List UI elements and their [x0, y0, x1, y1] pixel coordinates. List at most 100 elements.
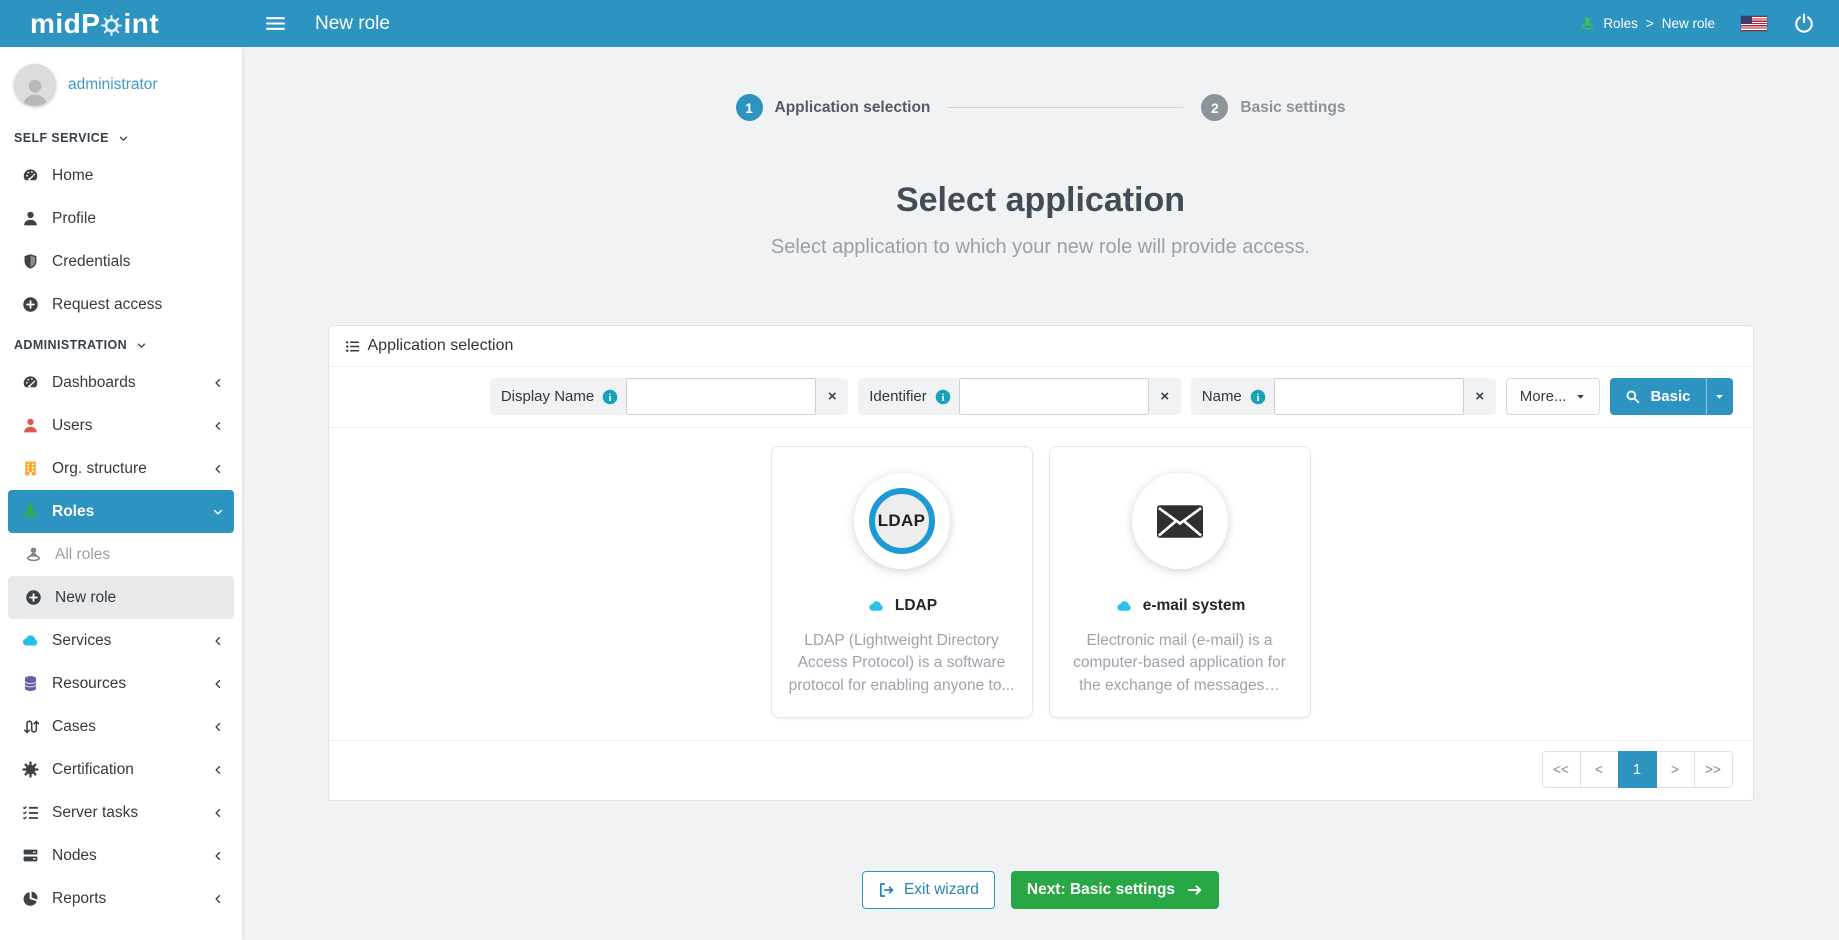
chevron-left-icon	[212, 377, 224, 389]
role-icon	[1580, 16, 1595, 31]
next-basic-settings-button[interactable]: Next: Basic settings	[1011, 871, 1219, 909]
filter-input-display-name[interactable]	[626, 378, 816, 415]
sidebar-item-dashboards[interactable]: Dashboards	[8, 361, 234, 404]
sidebar-item-home[interactable]: Home	[8, 154, 234, 197]
pagination-row: <<<1>>>	[329, 740, 1753, 800]
filter-input-identifier[interactable]	[959, 378, 1149, 415]
database-icon	[22, 675, 39, 692]
wizard-step-1[interactable]: 1Application selection	[736, 94, 931, 121]
sidebar-item-roles[interactable]: Roles	[8, 490, 234, 533]
envelope-icon	[1157, 505, 1203, 538]
sidebar-menu: SELF SERVICE HomeProfileCredentialsReques…	[0, 119, 242, 920]
sidebar-item-all-roles[interactable]: All roles	[8, 533, 234, 576]
svg-text:i: i	[1256, 392, 1259, 403]
wizard-actions: Exit wizard Next: Basic settings	[242, 871, 1839, 909]
pagination-page-1[interactable]: 1	[1618, 751, 1657, 788]
tasks-icon	[22, 804, 39, 821]
sidebar-item-users[interactable]: Users	[8, 404, 234, 447]
filter-name: Name i ×	[1191, 378, 1496, 415]
filter-label: Name	[1202, 388, 1242, 405]
role-icon	[22, 503, 39, 520]
sidebar-item-cases[interactable]: Cases	[8, 705, 234, 748]
sidebar-item-org-structure[interactable]: Org. structure	[8, 447, 234, 490]
wizard-steps: 1Application selection 2Basic settings	[242, 94, 1839, 121]
pagination-prev[interactable]: <	[1580, 751, 1619, 788]
sidebar-item-profile[interactable]: Profile	[8, 197, 234, 240]
application-title: LDAP	[866, 597, 937, 615]
info-icon[interactable]: i	[935, 389, 951, 405]
hamburger-icon	[266, 16, 285, 31]
filter-row: Display Namei×Identifieri×Namei× More...…	[329, 367, 1753, 428]
dashboard-icon	[22, 167, 39, 184]
pagination-last[interactable]: >>	[1694, 751, 1733, 788]
clear-filter-button[interactable]: ×	[816, 378, 848, 415]
svg-text:i: i	[941, 392, 944, 403]
chevron-left-icon	[212, 635, 224, 647]
sidebar-item-label: Services	[52, 632, 111, 650]
application-name: e-mail system	[1143, 597, 1246, 615]
application-tile-e-mail-system[interactable]: e-mail system Electronic mail (e-mail) is…	[1049, 446, 1311, 718]
clear-filter-button[interactable]: ×	[1464, 378, 1496, 415]
application-description: LDAP (Lightweight Directory Access Proto…	[786, 630, 1018, 697]
application-description: Electronic mail (e-mail) is a computer-b…	[1064, 630, 1296, 697]
sidebar-item-nodes[interactable]: Nodes	[8, 834, 234, 877]
page-title: New role	[315, 13, 390, 35]
cloud-icon	[866, 598, 887, 614]
clear-filter-button[interactable]: ×	[1149, 378, 1181, 415]
pagination-first[interactable]: <<	[1542, 751, 1581, 788]
exit-wizard-button[interactable]: Exit wizard	[862, 871, 995, 909]
sidebar-item-resources[interactable]: Resources	[8, 662, 234, 705]
logout-button[interactable]	[1793, 13, 1815, 35]
role-icon	[25, 546, 42, 563]
topbar-right: Roles > New role	[1580, 13, 1839, 35]
step-label: Basic settings	[1240, 99, 1345, 117]
sidebar-item-label: Dashboards	[52, 374, 136, 392]
chevron-left-icon	[212, 893, 224, 905]
sidebar: administrator SELF SERVICE HomeProfileCre…	[0, 47, 242, 940]
more-filters-button[interactable]: More...	[1506, 378, 1601, 415]
sidebar-item-services[interactable]: Services	[8, 619, 234, 662]
avatar	[14, 64, 56, 106]
svg-text:i: i	[609, 392, 612, 403]
chevron-left-icon	[212, 764, 224, 776]
filter-identifier: Identifieri×	[858, 378, 1181, 415]
filter-input-name[interactable]	[1274, 378, 1464, 415]
sidebar-item-label: All roles	[55, 546, 110, 564]
step-connector	[948, 107, 1183, 108]
sidebar-item-certification[interactable]: Certification	[8, 748, 234, 791]
sidebar-item-server-tasks[interactable]: Server tasks	[8, 791, 234, 834]
gear-icon	[101, 15, 122, 36]
menu-section-label: SELF SERVICE	[14, 131, 109, 145]
sidebar-toggle-button[interactable]	[255, 4, 295, 44]
chevron-left-icon	[212, 807, 224, 819]
application-tile-ldap[interactable]: LDAP LDAP LDAP (Lightweight Directory Acce…	[771, 446, 1033, 718]
certificate-icon	[22, 761, 39, 778]
user-icon	[22, 210, 39, 227]
application-logo: LDAP	[854, 473, 950, 569]
breadcrumb-current[interactable]: New role	[1662, 16, 1715, 31]
sidebar-item-new-role[interactable]: New role	[8, 576, 234, 619]
sidebar-item-label: Server tasks	[52, 804, 138, 822]
tiles: LDAP LDAP LDAP (Lightweight Directory Acce…	[329, 428, 1753, 740]
search-mode-dropdown[interactable]	[1706, 378, 1733, 415]
search-button[interactable]: Basic	[1610, 378, 1732, 415]
info-icon[interactable]: i	[602, 389, 618, 405]
sidebar-item-credentials[interactable]: Credentials	[8, 240, 234, 283]
wizard-step-2[interactable]: 2Basic settings	[1201, 94, 1345, 121]
sidebar-item-label: Roles	[52, 503, 94, 521]
sidebar-item-reports[interactable]: Reports	[8, 877, 234, 920]
pagination-next[interactable]: >	[1656, 751, 1695, 788]
sidebar-item-request-access[interactable]: Request access	[8, 283, 234, 326]
language-flag-icon[interactable]	[1741, 16, 1767, 31]
shield-icon	[22, 253, 39, 270]
menu-section-self-service[interactable]: SELF SERVICE	[0, 119, 242, 154]
menu-section-administration[interactable]: ADMINISTRATION	[0, 326, 242, 361]
user-name-link[interactable]: administrator	[68, 76, 158, 94]
user-panel: administrator	[0, 47, 242, 119]
caret-down-icon	[1714, 391, 1725, 402]
panel-header: Application selection	[329, 326, 1753, 367]
breadcrumb-link-roles[interactable]: Roles	[1603, 16, 1638, 31]
info-icon[interactable]: i	[1250, 389, 1266, 405]
menu-section-label: ADMINISTRATION	[14, 338, 127, 352]
app-logo[interactable]: midPint	[0, 8, 242, 40]
